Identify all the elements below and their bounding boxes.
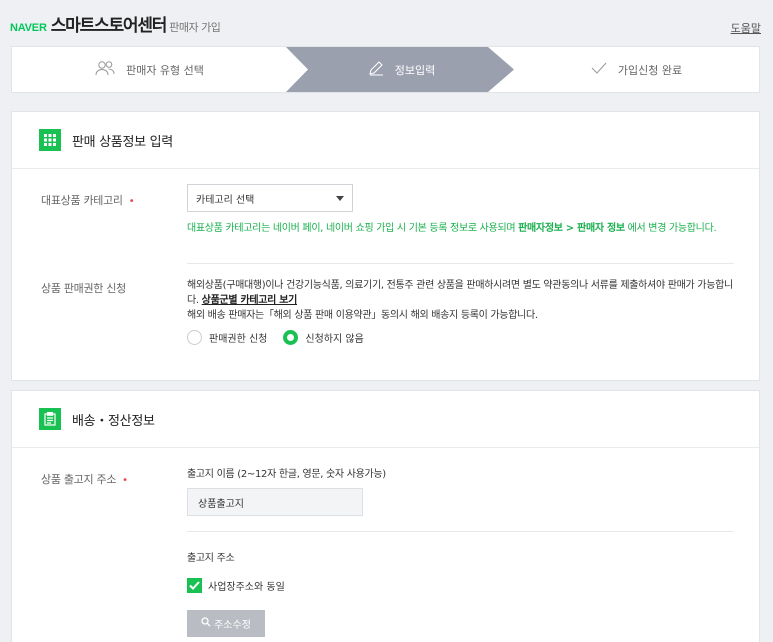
category-note-text-pre: 대표상품 카테고리는 네이버 페이, 네이버 쇼핑 가입 시 기본 등록 정보로…	[187, 223, 519, 234]
shipping-info-section: 배송・정산정보 상품 출고지 주소 • 출고지 이름 (2~12자 한글, 영문,…	[11, 390, 760, 642]
category-note-bold: 판매자정보 > 판매자 정보	[518, 223, 625, 234]
help-link[interactable]: 도움말	[731, 20, 761, 36]
users-icon	[94, 60, 116, 79]
category-label: 대표상품 카테고리 •	[41, 192, 135, 208]
category-label-text: 대표상품 카테고리	[41, 194, 123, 207]
logo[interactable]: NAVER 스마트스토어센터 판매자 가입	[10, 11, 221, 36]
step-label: 가입신청 완료	[617, 63, 683, 77]
permission-label: 상품 판매권한 신청	[41, 282, 126, 295]
category-select[interactable]: 카테고리 선택	[187, 184, 353, 212]
radio-apply[interactable]	[187, 330, 202, 345]
warehouse-address-label: 출고지 주소	[187, 553, 235, 564]
category-guide-link[interactable]: 상품군별 카테고리 보기	[202, 295, 298, 306]
radio-not-apply-label[interactable]: 신청하지 않음	[305, 330, 363, 345]
same-address-option[interactable]: 사업장주소와 동일	[187, 578, 285, 593]
brand-title: 스마트스토어센터	[50, 16, 168, 36]
warehouse-name-label: 출고지 이름 (2~12자 한글, 영문, 숫자 사용가능)	[187, 469, 386, 480]
section-header: 판매 상품정보 입력	[12, 112, 759, 169]
address-label-text: 상품 출고지 주소	[41, 473, 117, 486]
edit-address-button[interactable]: 주소수정	[187, 610, 265, 637]
required-mark: •	[128, 196, 135, 207]
divider	[187, 531, 734, 532]
same-address-checkbox[interactable]	[187, 578, 202, 593]
warehouse-name-input[interactable]: 상품출고지	[187, 488, 363, 516]
address-label: 상품 출고지 주소 •	[41, 471, 128, 487]
check-icon	[590, 61, 608, 78]
section-title: 판매 상품정보 입력	[72, 134, 173, 150]
permission-radio-group: 판매권한 신청 신청하지 않음	[187, 330, 380, 345]
same-address-label[interactable]: 사업장주소와 동일	[208, 578, 285, 593]
edit-address-label: 주소수정	[214, 620, 251, 631]
divider	[187, 263, 734, 264]
step-complete: 가입신청 완료	[512, 47, 760, 92]
category-select-value: 카테고리 선택	[196, 194, 255, 206]
step-info-input: 정보입력	[296, 47, 506, 92]
chevron-down-icon	[336, 196, 344, 201]
progress-steps: 판매자 유형 선택 정보입력 가입신청 완료	[11, 46, 760, 93]
overseas-text: 해외 배송 판매자는「해외 상품 판매 이용약관」동의시 해외 배송지 등록이 …	[187, 310, 538, 321]
step-label: 판매자 유형 선택	[126, 63, 204, 77]
permission-description: 해외상품(구매대행)이나 건강기능식품, 의료기기, 전통주 관련 상품을 판매…	[187, 278, 737, 323]
page-header: NAVER 스마트스토어센터 판매자 가입 도움말	[0, 0, 773, 46]
pencil-icon	[367, 60, 385, 79]
warehouse-name-value: 상품출고지	[198, 498, 244, 510]
clipboard-icon	[39, 408, 61, 430]
required-mark: •	[122, 475, 128, 486]
step-seller-type: 판매자 유형 선택	[12, 47, 286, 92]
radio-not-apply[interactable]	[283, 330, 299, 345]
section-header: 배송・정산정보	[12, 391, 759, 448]
category-note-text-post: 에서 변경 가능합니다.	[624, 223, 717, 234]
page-subtitle: 판매자 가입	[169, 21, 221, 34]
search-icon	[201, 617, 211, 630]
naver-logo-text: NAVER	[10, 22, 47, 34]
step-label: 정보입력	[394, 63, 436, 77]
category-note: 대표상품 카테고리는 네이버 페이, 네이버 쇼핑 가입 시 기본 등록 정보로…	[187, 221, 737, 236]
grid-icon	[39, 129, 61, 151]
section-title: 배송・정산정보	[72, 413, 155, 429]
product-info-section: 판매 상품정보 입력 대표상품 카테고리 • 카테고리 선택 대표상품 카테고리는…	[11, 111, 760, 381]
radio-apply-label[interactable]: 판매권한 신청	[209, 330, 267, 345]
